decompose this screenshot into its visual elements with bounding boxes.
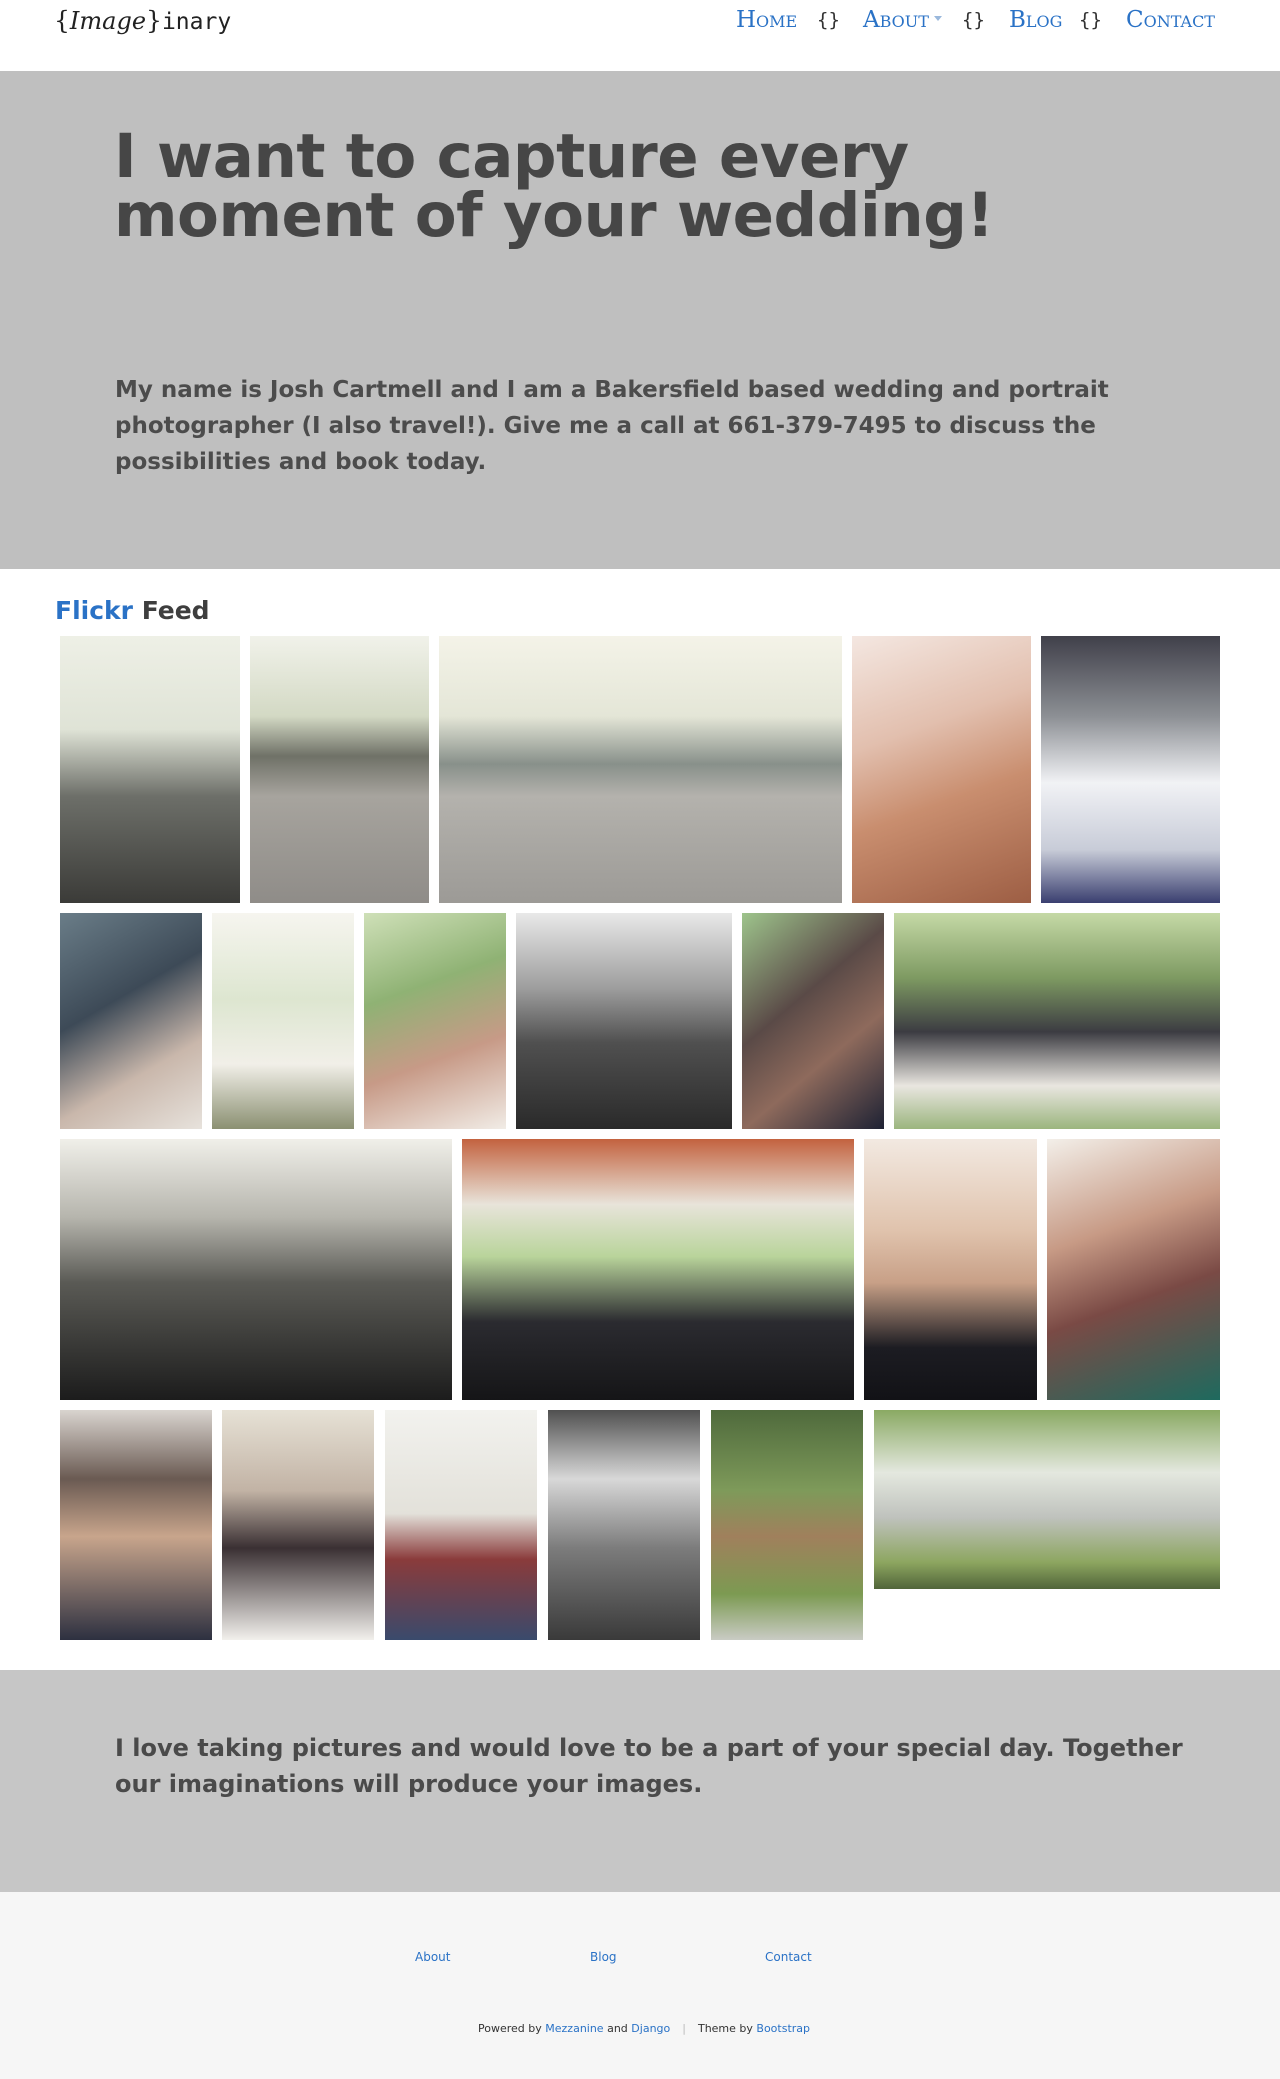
- footer-link-about[interactable]: About: [415, 1950, 450, 1964]
- flickr-photo[interactable]: [60, 1139, 452, 1400]
- callout-section: I love taking pictures and would love to…: [0, 1670, 1280, 1892]
- flickr-photo[interactable]: [60, 1410, 212, 1640]
- nav-separator: {}: [817, 5, 840, 35]
- footer-link-blog[interactable]: Blog: [590, 1950, 617, 1964]
- and-text: and: [603, 2022, 632, 2035]
- nav-separator-braces: {}: [1079, 9, 1102, 31]
- brand-logo[interactable]: {Image}inary: [54, 6, 231, 35]
- nav-home-link[interactable]: Home: [736, 7, 797, 33]
- flickr-feed-title: Flickr Feed: [55, 596, 210, 625]
- flickr-photo[interactable]: [212, 913, 354, 1129]
- hero-heading: I want to capture every moment of your w…: [114, 121, 994, 251]
- flickr-photo[interactable]: [864, 1139, 1037, 1400]
- flickr-photo[interactable]: [874, 1410, 1220, 1589]
- bootstrap-link[interactable]: Bootstrap: [756, 2022, 810, 2035]
- nav-item-home: Home: [736, 5, 797, 35]
- footer-credit: Powered by Mezzanine and Django | Theme by…: [478, 2022, 810, 2035]
- flickr-photo[interactable]: [60, 636, 240, 903]
- flickr-photo[interactable]: [462, 1139, 854, 1400]
- callout-text: I love taking pictures and would love to…: [115, 1734, 1183, 1798]
- django-link[interactable]: Django: [631, 2022, 670, 2035]
- flickr-photo[interactable]: [548, 1410, 700, 1640]
- brand-script: Image: [69, 7, 147, 35]
- flickr-photo[interactable]: [364, 913, 506, 1129]
- hero-intro: My name is Josh Cartmell and I am a Bake…: [115, 377, 1109, 475]
- flickr-photo[interactable]: [439, 636, 842, 903]
- flickr-link[interactable]: Flickr: [55, 596, 133, 625]
- nav-item-contact: Contact: [1126, 5, 1215, 35]
- nav-separator: {}: [962, 5, 985, 35]
- brand-close: }: [146, 6, 162, 35]
- flickr-photo[interactable]: [1041, 636, 1220, 903]
- powered-by-text: Powered by: [478, 2022, 546, 2035]
- nav-item-about: About: [863, 5, 942, 35]
- nav-separator: {}: [1079, 5, 1102, 35]
- flickr-photo[interactable]: [250, 636, 429, 903]
- nav-contact-link[interactable]: Contact: [1126, 7, 1215, 33]
- mezzanine-link[interactable]: Mezzanine: [545, 2022, 603, 2035]
- credit-divider: |: [682, 2022, 686, 2035]
- flickr-photo[interactable]: [516, 913, 732, 1129]
- nav-item-blog: Blog: [1009, 5, 1062, 35]
- brand-suffix: inary: [161, 9, 232, 35]
- flickr-photo[interactable]: [60, 913, 202, 1129]
- flickr-photo[interactable]: [894, 913, 1220, 1129]
- flickr-photo[interactable]: [742, 913, 884, 1129]
- nav-separator-braces: {}: [962, 9, 985, 31]
- theme-by-text: Theme by: [697, 2022, 757, 2035]
- footer: About Blog Contact Powered by Mezzanine …: [0, 1892, 1280, 2079]
- dropdown-caret-icon[interactable]: [933, 15, 942, 21]
- nav-about-link[interactable]: About: [863, 7, 929, 33]
- top-navbar: {Image}inary Home {} About {} Blog {} Co…: [0, 0, 1280, 71]
- flickr-photo[interactable]: [1047, 1139, 1220, 1400]
- nav-separator-braces: {}: [817, 9, 840, 31]
- footer-link-contact[interactable]: Contact: [765, 1950, 812, 1964]
- feed-title-rest: Feed: [133, 596, 210, 625]
- brand-open: {: [54, 6, 70, 35]
- flickr-photo[interactable]: [385, 1410, 537, 1640]
- flickr-photo[interactable]: [852, 636, 1031, 903]
- nav-blog-link[interactable]: Blog: [1009, 7, 1062, 33]
- hero-section: I want to capture every moment of your w…: [0, 71, 1280, 569]
- flickr-photo[interactable]: [711, 1410, 863, 1640]
- flickr-photo[interactable]: [222, 1410, 374, 1640]
